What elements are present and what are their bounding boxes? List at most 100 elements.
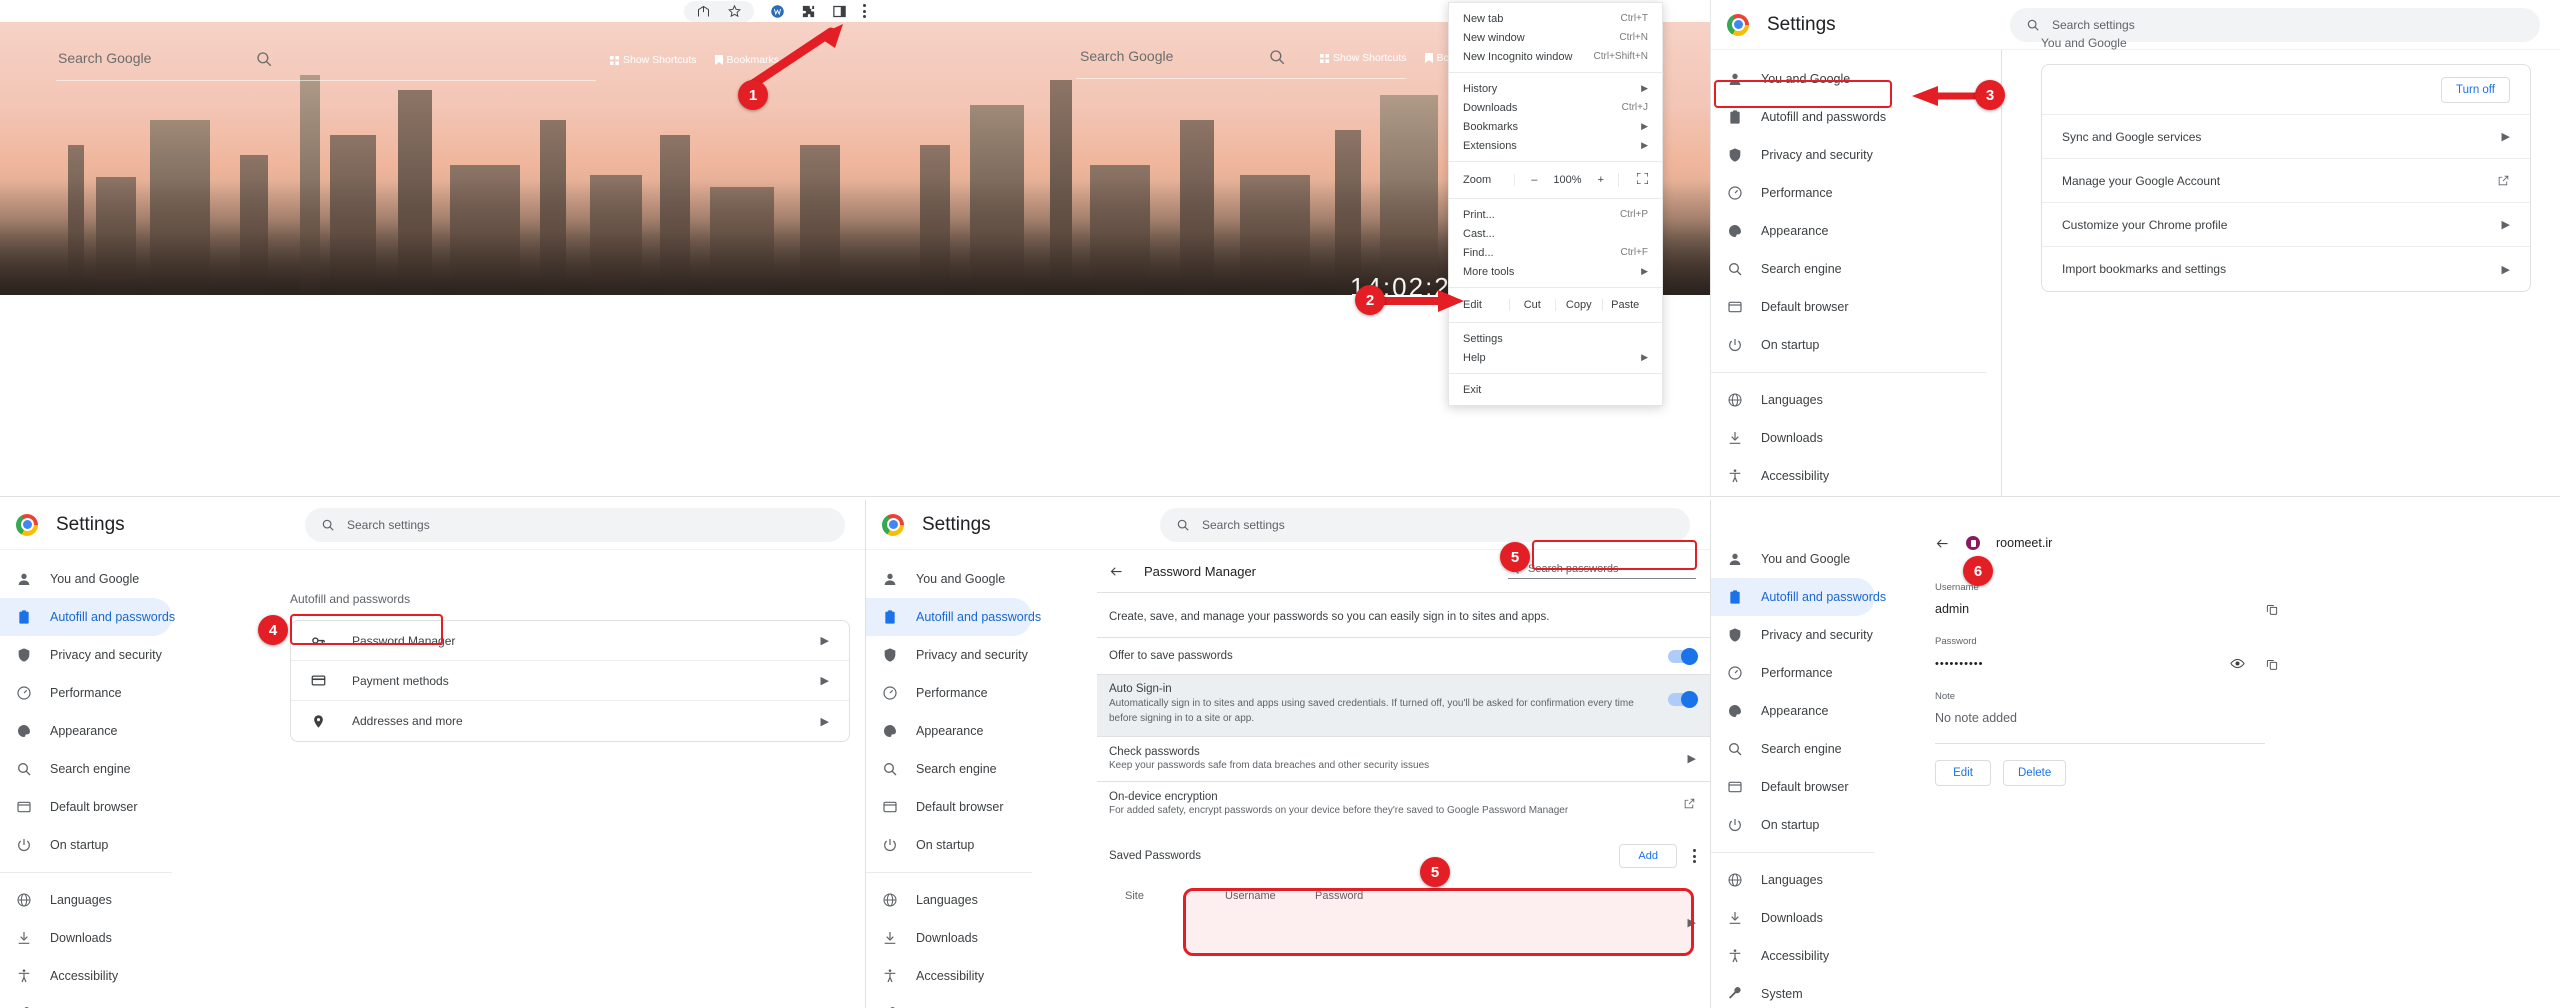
sidebar-item-appearance[interactable]: Appearance xyxy=(1711,212,1987,250)
delete-password-button[interactable]: Delete xyxy=(2003,760,2067,786)
sidebar-item-languages[interactable]: Languages xyxy=(1711,861,1875,899)
menu-item-extensions[interactable]: Extensions ▶ xyxy=(1449,136,1662,155)
sidebar-item-performance[interactable]: Performance xyxy=(0,674,172,712)
zoom-in-button[interactable]: + xyxy=(1598,174,1604,186)
edit-password-button[interactable]: Edit xyxy=(1935,760,1991,786)
menu-item-help[interactable]: Help ▶ xyxy=(1449,348,1662,367)
row-auto-sign-in[interactable]: Auto Sign-in Automatically sign in to si… xyxy=(1097,675,1710,736)
menu-item-settings[interactable]: Settings xyxy=(1449,329,1662,348)
cut-button[interactable]: Cut xyxy=(1508,299,1556,311)
sidebar-item-autofill-and-passwords[interactable]: Autofill and passwords xyxy=(866,598,1041,636)
external-link-icon[interactable] xyxy=(1683,797,1696,810)
copy-username-icon[interactable] xyxy=(2265,602,2279,616)
auto-sign-in-toggle[interactable] xyxy=(1668,691,1698,708)
sidebar-item-performance[interactable]: Performance xyxy=(1711,174,1987,212)
back-arrow-icon[interactable] xyxy=(1109,564,1124,579)
settings-search-input-2[interactable]: Search settings xyxy=(305,507,845,542)
back-arrow-icon[interactable] xyxy=(1935,536,1950,551)
sidebar-item-accessibility[interactable]: Accessibility xyxy=(1711,937,1875,975)
chrome-main-menu[interactable]: New tab Ctrl+T New window Ctrl+N New Inc… xyxy=(1448,2,1663,406)
row-import-bookmarks-and-settings[interactable]: Import bookmarks and settings ▶ xyxy=(2042,247,2530,291)
bookmark-star-icon[interactable] xyxy=(727,4,742,19)
menu-item-print[interactable]: Print... Ctrl+P xyxy=(1449,205,1662,224)
show-password-eye-icon[interactable] xyxy=(2230,656,2245,671)
sidebar-item-languages[interactable]: Languages xyxy=(866,881,1032,919)
sidebar-item-downloads[interactable]: Downloads xyxy=(1711,419,1987,457)
row-password-manager[interactable]: Password Manager ▶ xyxy=(291,621,849,661)
menu-item-new-window[interactable]: New window Ctrl+N xyxy=(1449,28,1662,47)
newtab-search-placeholder-2[interactable]: Search Google xyxy=(1080,48,1173,64)
menu-item-downloads[interactable]: Downloads Ctrl+J xyxy=(1449,98,1662,117)
sidebar-item-default-browser[interactable]: Default browser xyxy=(1711,288,1987,326)
sidebar-item-downloads[interactable]: Downloads xyxy=(1711,899,1875,937)
menu-item-new-incognito-window[interactable]: New Incognito window Ctrl+Shift+N xyxy=(1449,47,1662,66)
search-passwords-input[interactable]: Search passwords xyxy=(1508,563,1696,579)
menu-item-more-tools[interactable]: More tools ▶ xyxy=(1449,262,1662,281)
sidebar-item-appearance[interactable]: Appearance xyxy=(866,712,1032,750)
sidebar-item-system[interactable]: System xyxy=(1711,975,1875,1008)
sidebar-item-default-browser[interactable]: Default browser xyxy=(0,788,172,826)
row-payment-methods[interactable]: Payment methods ▶ xyxy=(291,661,849,701)
sidebar-item-search-engine[interactable]: Search engine xyxy=(1711,730,1875,768)
sidebar-item-accessibility[interactable]: Accessibility xyxy=(1711,457,1987,495)
chrome-menu-button[interactable] xyxy=(863,4,866,18)
row-offer-to-save-passwords[interactable]: Offer to save passwords xyxy=(1097,638,1710,674)
row-sync-and-google-services[interactable]: Sync and Google services ▶ xyxy=(2042,115,2530,159)
side-panel-icon[interactable] xyxy=(832,4,847,19)
turn-off-sync-button[interactable]: Turn off xyxy=(2441,76,2510,103)
sidebar-item-search-engine[interactable]: Search engine xyxy=(0,750,172,788)
sidebar-item-languages[interactable]: Languages xyxy=(1711,381,1987,419)
sidebar-item-downloads[interactable]: Downloads xyxy=(0,919,172,957)
newtab-search-placeholder[interactable]: Search Google xyxy=(58,50,151,66)
sidebar-item-accessibility[interactable]: Accessibility xyxy=(0,957,172,995)
sidebar-item-appearance[interactable]: Appearance xyxy=(0,712,172,750)
saved-passwords-more-button[interactable] xyxy=(1693,849,1696,863)
sidebar-item-you-and-google[interactable]: You and Google xyxy=(1711,540,1875,578)
sidebar-item-on-startup[interactable]: On startup xyxy=(0,826,172,864)
sidebar-item-accessibility[interactable]: Accessibility xyxy=(866,957,1032,995)
row-manage-your-google-account[interactable]: Manage your Google Account xyxy=(2042,159,2530,203)
sidebar-item-on-startup[interactable]: On startup xyxy=(866,826,1032,864)
sidebar-item-system[interactable]: System xyxy=(0,995,172,1008)
row-addresses-and-more[interactable]: Addresses and more ▶ xyxy=(291,701,849,741)
sidebar-item-autofill-and-passwords[interactable]: Autofill and passwords xyxy=(1711,578,1886,616)
paste-button[interactable]: Paste xyxy=(1601,299,1649,311)
copy-password-icon[interactable] xyxy=(2265,657,2279,671)
offer-to-save-toggle[interactable] xyxy=(1668,647,1698,665)
sidebar-item-appearance[interactable]: Appearance xyxy=(1711,692,1875,730)
sidebar-item-on-startup[interactable]: On startup xyxy=(1711,326,1987,364)
sidebar-item-privacy-and-security[interactable]: Privacy and security xyxy=(0,636,172,674)
newtab-search-icon-2[interactable] xyxy=(1268,48,1286,66)
show-shortcuts-button[interactable]: Show Shortcuts xyxy=(610,54,697,66)
show-shortcuts-button-2[interactable]: Show Shortcuts xyxy=(1320,52,1407,64)
menu-item-cast[interactable]: Cast... xyxy=(1449,224,1662,243)
sidebar-item-privacy-and-security[interactable]: Privacy and security xyxy=(1711,616,1875,654)
row-check-passwords[interactable]: Check passwords Keep your passwords safe… xyxy=(1097,737,1710,781)
sidebar-item-performance[interactable]: Performance xyxy=(1711,654,1875,692)
sidebar-item-privacy-and-security[interactable]: Privacy and security xyxy=(1711,136,1987,174)
zoom-out-button[interactable]: – xyxy=(1531,174,1537,186)
settings-search-input-3[interactable]: Search settings xyxy=(1160,507,1690,542)
sidebar-item-autofill-and-passwords[interactable]: Autofill and passwords xyxy=(0,598,175,636)
fullscreen-button[interactable] xyxy=(1618,172,1649,187)
add-password-button[interactable]: Add xyxy=(1619,844,1677,868)
menu-item-exit[interactable]: Exit xyxy=(1449,380,1662,399)
copy-button[interactable]: Copy xyxy=(1555,299,1602,311)
menu-item-new-tab[interactable]: New tab Ctrl+T xyxy=(1449,9,1662,28)
sidebar-item-search-engine[interactable]: Search engine xyxy=(866,750,1032,788)
menu-item-bookmarks[interactable]: Bookmarks ▶ xyxy=(1449,117,1662,136)
sidebar-item-you-and-google[interactable]: You and Google xyxy=(0,560,172,598)
menu-item-history[interactable]: History ▶ xyxy=(1449,79,1662,98)
row-customize-your-chrome-profile[interactable]: Customize your Chrome profile ▶ xyxy=(2042,203,2530,247)
sidebar-item-performance[interactable]: Performance xyxy=(866,674,1032,712)
extension-w-icon[interactable] xyxy=(770,4,785,19)
sidebar-item-downloads[interactable]: Downloads xyxy=(866,919,1032,957)
sidebar-item-privacy-and-security[interactable]: Privacy and security xyxy=(866,636,1032,674)
sidebar-item-default-browser[interactable]: Default browser xyxy=(1711,768,1875,806)
share-icon[interactable] xyxy=(696,4,711,19)
puzzle-extension-icon[interactable] xyxy=(801,4,816,19)
sidebar-item-languages[interactable]: Languages xyxy=(0,881,172,919)
sidebar-item-search-engine[interactable]: Search engine xyxy=(1711,250,1987,288)
menu-item-find[interactable]: Find... Ctrl+F xyxy=(1449,243,1662,262)
sidebar-item-system[interactable]: System xyxy=(866,995,1032,1008)
